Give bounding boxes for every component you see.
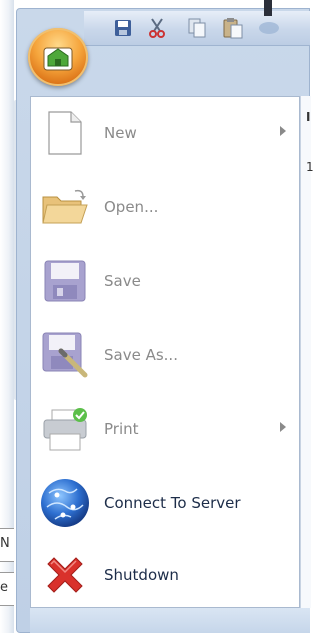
paste-icon xyxy=(223,18,243,39)
save-as-icon xyxy=(38,330,92,380)
menu-item-shutdown[interactable]: Shutdown xyxy=(36,540,298,610)
shutdown-x-icon xyxy=(38,550,92,600)
menu-item-label: Connect To Server xyxy=(104,494,241,512)
save-icon xyxy=(115,20,131,36)
background-text-e: e xyxy=(0,580,8,595)
cut-icon xyxy=(149,18,165,38)
globe-icon xyxy=(38,478,92,528)
qat-paste-button[interactable] xyxy=(222,17,244,39)
menu-item-save-as[interactable]: Save As... xyxy=(36,320,298,390)
menu-item-label: Open... xyxy=(104,198,159,216)
menu-item-label: New xyxy=(104,124,137,142)
print-icon xyxy=(38,404,92,454)
recent-pane-text-2: 1 xyxy=(306,160,314,174)
recent-pane-text-1: I xyxy=(306,110,311,124)
submenu-arrow-icon xyxy=(280,126,286,136)
menu-item-label: Save As... xyxy=(104,346,178,364)
qat-cut-button[interactable] xyxy=(146,17,168,39)
menu-item-print[interactable]: Print xyxy=(36,394,298,464)
menu-footer xyxy=(30,608,310,633)
submenu-arrow-icon xyxy=(280,422,286,432)
menu-item-label: Print xyxy=(104,420,139,438)
window-corner xyxy=(264,0,272,16)
qat-save-button[interactable] xyxy=(112,17,134,39)
menu-item-connect-to-server[interactable]: Connect To Server xyxy=(36,468,298,538)
background-text-n: N xyxy=(0,536,10,551)
qat-more-button[interactable] xyxy=(258,17,280,39)
menu-item-new[interactable]: New xyxy=(36,98,298,168)
home-icon xyxy=(43,47,73,71)
qat-copy-button[interactable] xyxy=(186,17,208,39)
menu-item-label: Shutdown xyxy=(104,566,179,584)
copy-icon xyxy=(188,18,206,38)
save-icon xyxy=(38,256,92,306)
dropdown-icon xyxy=(259,22,279,34)
menu-item-open[interactable]: Open... xyxy=(36,172,298,242)
menu-item-label: Save xyxy=(104,272,141,290)
menu-item-save[interactable]: Save xyxy=(36,246,298,316)
new-document-icon xyxy=(38,108,92,158)
open-folder-icon xyxy=(38,182,92,232)
